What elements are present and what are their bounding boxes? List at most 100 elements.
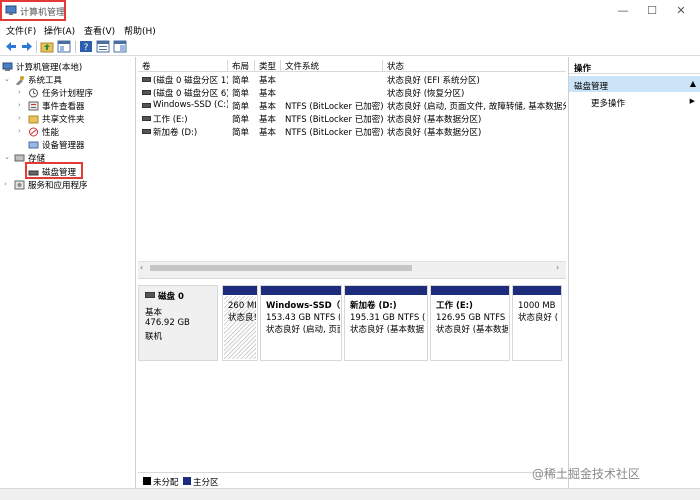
services-icon — [14, 180, 25, 190]
scrollbar-thumb[interactable] — [150, 265, 412, 271]
column-filesystem[interactable]: 文件系统 — [281, 60, 383, 72]
help-icon[interactable]: ? — [79, 40, 93, 53]
status-bar — [0, 488, 700, 500]
volume-status: 状态良好 (恢复分区) — [387, 89, 465, 99]
show-hide-tree-icon[interactable] — [57, 40, 71, 53]
volume-status: 状态良好 (EFI 系统分区) — [387, 76, 480, 86]
partition-bar — [261, 286, 341, 295]
close-button[interactable]: ✕ — [674, 4, 688, 18]
volume-row[interactable]: (磁盘 0 磁盘分区 1) 简单 基本 状态良好 (EFI 系统分区) — [138, 74, 566, 86]
disk-info-panel[interactable]: 磁盘 0 基本 476.92 GB 联机 — [138, 285, 218, 361]
partition-block[interactable]: 1000 MB 状态良好 ( — [512, 285, 562, 361]
title-bar: 计算机管理 — ☐ ✕ — [0, 0, 700, 22]
volume-layout: 简单 — [232, 128, 250, 138]
partition-status: 状态良好 (基本数据 — [436, 325, 508, 335]
disk-graphical-view: 磁盘 0 基本 476.92 GB 联机 260 MI 状态良! Windows… — [138, 279, 566, 472]
collapse-arrow-icon[interactable]: ⌄ — [4, 152, 12, 162]
volume-name: (磁盘 0 磁盘分区 1) — [153, 76, 228, 86]
volume-row[interactable]: (磁盘 0 磁盘分区 6) 简单 基本 状态良好 (恢复分区) — [138, 87, 566, 99]
up-folder-icon[interactable] — [40, 40, 54, 53]
tree-label: 任务计划程序 — [42, 89, 94, 99]
volume-type: 基本 — [259, 89, 277, 99]
partition-status: 状态良好 (启动, 页面 — [266, 325, 340, 335]
volume-filesystem: NTFS (BitLocker 已加密) — [285, 128, 383, 138]
partition-body: 新加卷 (D:) 195.31 GB NTFS (BitLo 状态良好 (基本数… — [346, 296, 426, 359]
column-status[interactable]: 状态 — [383, 60, 566, 72]
partition-block[interactable]: 新加卷 (D:) 195.31 GB NTFS (BitLo 状态良好 (基本数… — [344, 285, 428, 361]
maximize-button[interactable]: ☐ — [645, 4, 659, 18]
horizontal-scrollbar[interactable]: ‹ › — [138, 261, 566, 273]
disk-legend: 未分配 主分区 — [138, 472, 566, 488]
back-icon[interactable] — [4, 40, 18, 53]
partition-block[interactable]: Windows-SSD（C 153.43 GB NTFS (E 状态良好 (启动… — [260, 285, 342, 361]
tree-label: 性能 — [42, 128, 60, 138]
partition-bar — [223, 286, 257, 295]
clock-icon — [29, 88, 38, 98]
computer-icon — [2, 62, 13, 71]
partition-status: 状态良! — [228, 313, 256, 323]
volume-filesystem: NTFS (BitLocker 已加密) — [285, 115, 383, 125]
expand-arrow-icon[interactable]: › — [18, 113, 26, 123]
expand-arrow-icon[interactable]: › — [18, 100, 26, 110]
partition-size: 153.43 GB NTFS (E — [266, 313, 340, 323]
tree-label: 设备管理器 — [42, 141, 85, 151]
disk-state: 联机 — [145, 332, 163, 342]
legend-primary-label: 主分区 — [193, 478, 219, 488]
column-type[interactable]: 类型 — [255, 60, 281, 72]
volume-name: 工作 (E:) — [153, 115, 188, 125]
volume-row[interactable]: Windows-SSD (C:) 简单 基本 NTFS (BitLocker 已… — [138, 100, 566, 112]
disk-type: 基本 — [145, 308, 163, 318]
menu-help[interactable]: 帮助(H) — [124, 24, 156, 37]
watermark: @稀土掘金技术社区 — [532, 467, 641, 481]
partition-block[interactable]: 260 MI 状态良! — [222, 285, 258, 361]
toolbar-separator — [36, 41, 37, 53]
legend-unallocated-label: 未分配 — [153, 478, 179, 488]
volume-name: Windows-SSD (C:) — [153, 100, 228, 110]
partition-body: 工作 (E:) 126.95 GB NTFS (BitLo 状态良好 (基本数据 — [432, 296, 508, 359]
main-content: 卷 布局 类型 文件系统 状态 (磁盘 0 磁盘分区 1) 简单 基本 状态良好… — [138, 57, 566, 488]
partition-block[interactable]: 工作 (E:) 126.95 GB NTFS (BitLo 状态良好 (基本数据 — [430, 285, 510, 361]
properties-icon[interactable] — [96, 40, 110, 53]
volume-icon — [142, 103, 151, 108]
navigation-tree: 计算机管理(本地) ⌄ 系统工具 › 任务计划程序 › 事件查看器 › 共享文件… — [0, 57, 136, 488]
minimize-button[interactable]: — — [616, 4, 630, 18]
tree-label: 事件查看器 — [42, 102, 85, 112]
collapse-arrow-icon[interactable]: ⌄ — [4, 74, 12, 84]
disk-icon — [145, 292, 155, 298]
shared-folder-icon — [28, 115, 39, 124]
partition-status: 状态良好 ( — [518, 313, 559, 323]
volume-row[interactable]: 工作 (E:) 简单 基本 NTFS (BitLocker 已加密) 状态良好 … — [138, 113, 566, 125]
menu-file[interactable]: 文件(F) — [6, 24, 36, 37]
forward-icon[interactable] — [20, 40, 34, 53]
actions-pane: 操作 磁盘管理 ▲ 更多操作 ▶ — [568, 57, 700, 488]
expand-arrow-icon[interactable]: › — [18, 87, 26, 97]
tree-label: 服务和应用程序 — [28, 181, 88, 191]
scroll-left-icon[interactable]: ‹ — [140, 263, 148, 273]
legend-unallocated-swatch — [143, 477, 151, 485]
volume-type: 基本 — [259, 76, 277, 86]
toolbar: ? — [0, 38, 700, 56]
menu-action[interactable]: 操作(A) — [44, 24, 75, 37]
view-icon[interactable] — [113, 40, 127, 53]
volume-row[interactable]: 新加卷 (D:) 简单 基本 NTFS (BitLocker 已加密) 状态良好… — [138, 126, 566, 138]
menu-view[interactable]: 查看(V) — [84, 24, 115, 37]
expand-arrow-icon[interactable]: › — [18, 126, 26, 136]
partition-bar — [345, 286, 427, 295]
partition-body: Windows-SSD（C 153.43 GB NTFS (E 状态良好 (启动… — [262, 296, 340, 359]
disk-size: 476.92 GB — [145, 318, 190, 328]
expand-arrow-icon[interactable]: › — [4, 179, 12, 189]
partition-bar — [431, 286, 509, 295]
partition-size: 195.31 GB NTFS (BitLo — [350, 313, 426, 323]
collapse-up-icon[interactable]: ▲ — [690, 79, 696, 88]
column-volume[interactable]: 卷 — [138, 60, 228, 72]
volume-icon — [142, 90, 151, 95]
more-actions-link[interactable]: 更多操作 — [591, 97, 625, 109]
volume-layout: 简单 — [232, 102, 250, 112]
column-layout[interactable]: 布局 — [228, 60, 255, 72]
partition-status: 状态良好 (基本数据 — [350, 325, 425, 335]
actions-section-disk-management[interactable]: 磁盘管理 ▲ — [569, 76, 700, 92]
submenu-arrow-icon[interactable]: ▶ — [690, 97, 695, 105]
disk-title: 磁盘 0 — [158, 292, 184, 302]
volume-status: 状态良好 (启动, 页面文件, 故障转储, 基本数据分 — [387, 102, 566, 112]
scroll-right-icon[interactable]: › — [556, 263, 564, 273]
